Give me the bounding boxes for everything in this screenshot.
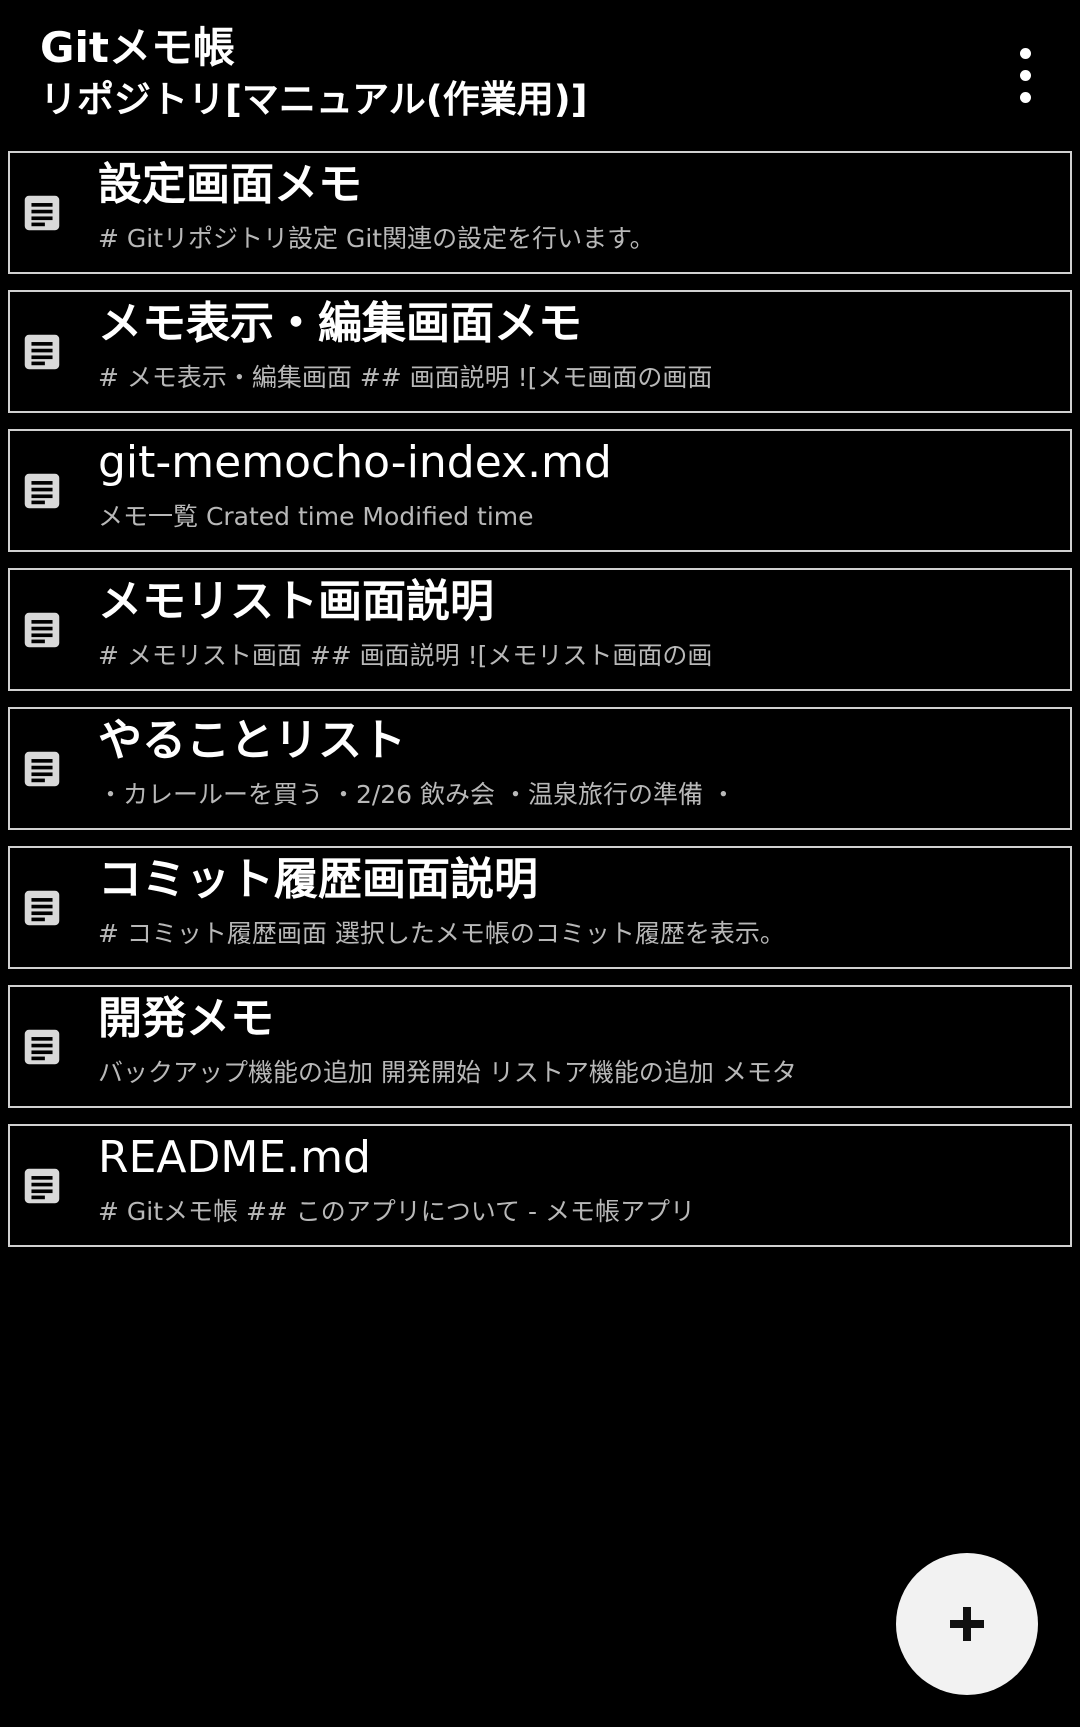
memo-title: README.md bbox=[98, 1132, 371, 1183]
document-icon bbox=[24, 1168, 60, 1204]
document-icon bbox=[24, 1029, 60, 1065]
memo-title: メモリスト画面説明 bbox=[98, 576, 494, 627]
memo-preview: # Gitリポジトリ設定 Git関連の設定を行います。 bbox=[98, 224, 655, 253]
more-vert-icon[interactable] bbox=[990, 40, 1060, 110]
memo-preview: メモ一覧 Crated time Modified time bbox=[98, 502, 534, 531]
repository-subtitle: リポジトリ[マニュアル(作業用)] bbox=[40, 78, 588, 121]
memo-title: コミット履歴画面説明 bbox=[98, 854, 538, 905]
memo-preview: # Gitメモ帳 ## このアプリについて - メモ帳アプリ bbox=[98, 1197, 695, 1226]
memo-title: やることリスト bbox=[98, 715, 406, 766]
document-icon bbox=[24, 334, 60, 370]
memo-preview: # メモ表示・編集画面 ## 画面説明 ![メモ画面の画面 bbox=[98, 363, 713, 392]
memo-list-item[interactable]: やることリスト ・カレールーを買う ・2/26 飲み会 ・温泉旅行の準備 ・ bbox=[8, 707, 1072, 830]
document-icon bbox=[24, 751, 60, 787]
menu-dot bbox=[1020, 70, 1031, 81]
document-icon bbox=[24, 612, 60, 648]
memo-list-item[interactable]: 開発メモ バックアップ機能の追加 開発開始 リストア機能の追加 メモタ bbox=[8, 985, 1072, 1108]
memo-list-item[interactable]: メモ表示・編集画面メモ # メモ表示・編集画面 ## 画面説明 ![メモ画面の画… bbox=[8, 290, 1072, 413]
memo-preview: # コミット履歴画面 選択したメモ帳のコミット履歴を表示。 bbox=[98, 919, 785, 948]
document-icon bbox=[24, 195, 60, 231]
memo-list-item[interactable]: コミット履歴画面説明 # コミット履歴画面 選択したメモ帳のコミット履歴を表示。 bbox=[8, 846, 1072, 969]
memo-list-item[interactable]: メモリスト画面説明 # メモリスト画面 ## 画面説明 ![メモリスト画面の画 bbox=[8, 568, 1072, 691]
document-icon bbox=[24, 473, 60, 509]
menu-dot bbox=[1020, 92, 1031, 103]
memo-list-item[interactable]: 設定画面メモ # Gitリポジトリ設定 Git関連の設定を行います。 bbox=[8, 151, 1072, 274]
memo-preview: バックアップ機能の追加 開発開始 リストア機能の追加 メモタ bbox=[98, 1058, 797, 1087]
memo-list-item[interactable]: git-memocho-index.md メモ一覧 Crated time Mo… bbox=[8, 429, 1072, 552]
app-title: Gitメモ帳 bbox=[40, 23, 235, 72]
memo-title: git-memocho-index.md bbox=[98, 437, 612, 488]
menu-dot bbox=[1020, 48, 1031, 59]
app-bar: Gitメモ帳 リポジトリ[マニュアル(作業用)] bbox=[0, 0, 1080, 140]
memo-preview: # メモリスト画面 ## 画面説明 ![メモリスト画面の画 bbox=[98, 641, 713, 670]
add-memo-button[interactable] bbox=[896, 1553, 1038, 1695]
memo-list: 設定画面メモ # Gitリポジトリ設定 Git関連の設定を行います。 メモ表示・… bbox=[8, 151, 1072, 1263]
document-icon bbox=[24, 890, 60, 926]
memo-title: 設定画面メモ bbox=[98, 159, 362, 210]
memo-title: メモ表示・編集画面メモ bbox=[98, 298, 582, 349]
memo-title: 開発メモ bbox=[98, 993, 274, 1044]
memo-list-item[interactable]: README.md # Gitメモ帳 ## このアプリについて - メモ帳アプリ bbox=[8, 1124, 1072, 1247]
memo-preview: ・カレールーを買う ・2/26 飲み会 ・温泉旅行の準備 ・ bbox=[98, 780, 736, 809]
